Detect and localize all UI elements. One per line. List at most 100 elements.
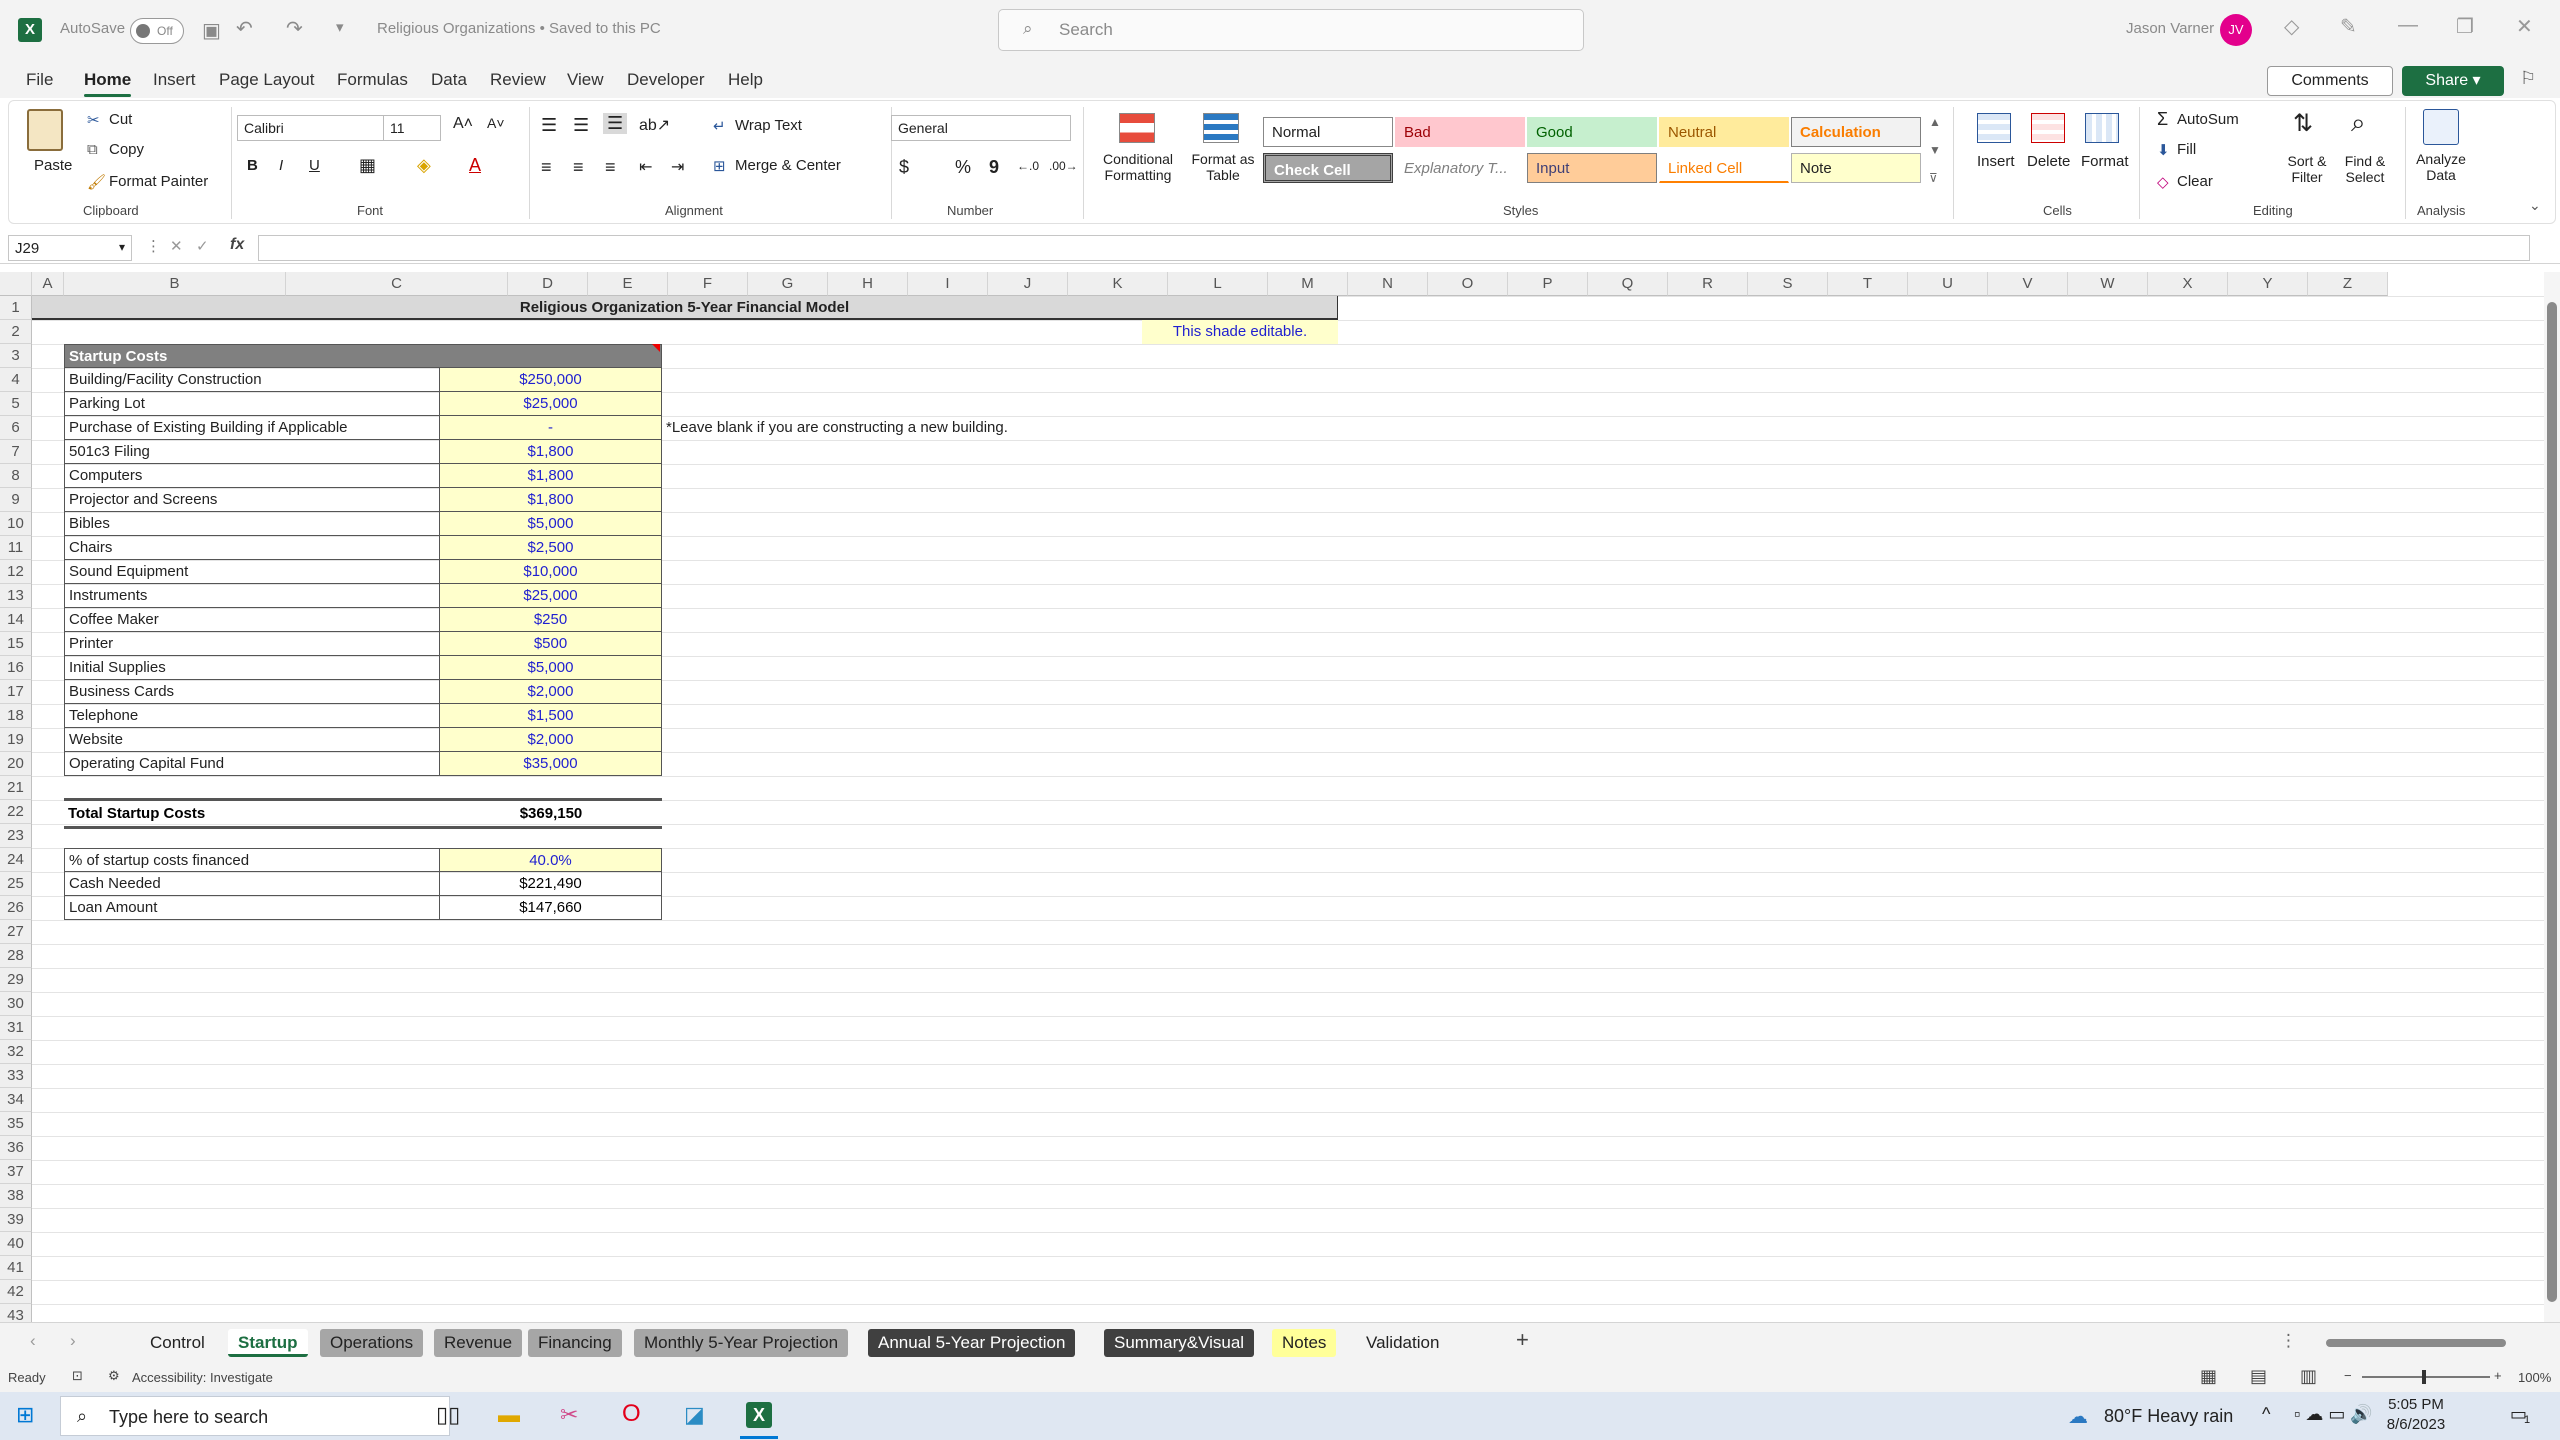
- sort-filter-button[interactable]: Sort & Filter: [2277, 153, 2337, 185]
- accessibility-status[interactable]: Accessibility: Investigate: [132, 1370, 273, 1385]
- row-header[interactable]: 18: [0, 704, 32, 728]
- row-header[interactable]: 6: [0, 416, 32, 440]
- column-header-o[interactable]: O: [1428, 272, 1508, 296]
- style-explanatory[interactable]: Explanatory T...: [1395, 153, 1525, 183]
- minimize-icon[interactable]: —: [2398, 14, 2418, 37]
- restore-icon[interactable]: ❐: [2456, 14, 2474, 39]
- file-explorer-icon[interactable]: ▬: [498, 1402, 520, 1428]
- sheet-tab-validation[interactable]: Validation: [1356, 1329, 1449, 1357]
- row-header[interactable]: 28: [0, 944, 32, 968]
- sheet-tab-annual-5-year-projection[interactable]: Annual 5-Year Projection: [868, 1329, 1076, 1357]
- copy-button[interactable]: Copy: [109, 141, 144, 158]
- row-header[interactable]: 3: [0, 344, 32, 368]
- pen-icon[interactable]: ✎: [2340, 14, 2357, 39]
- vertical-scrollbar[interactable]: [2544, 272, 2560, 1322]
- weather-text[interactable]: 80°F Heavy rain: [2104, 1406, 2233, 1427]
- row-header[interactable]: 1: [0, 296, 32, 320]
- row-header[interactable]: 27: [0, 920, 32, 944]
- format-cells-icon[interactable]: [2085, 113, 2119, 143]
- redo-icon[interactable]: ↷: [286, 16, 303, 41]
- item-value[interactable]: $10,000: [440, 560, 662, 584]
- more-icon[interactable]: ⋮: [2280, 1331, 2297, 1351]
- insert-function-button[interactable]: fx: [230, 236, 244, 254]
- align-center-icon[interactable]: ≡: [573, 157, 584, 178]
- fill-button[interactable]: Fill: [2177, 141, 2196, 158]
- scroll-thumb[interactable]: [2547, 302, 2557, 1302]
- sheet-tab-monthly-5-year-projection[interactable]: Monthly 5-Year Projection: [634, 1329, 849, 1357]
- item-value[interactable]: $2,000: [440, 680, 662, 704]
- tab-developer[interactable]: Developer: [627, 70, 705, 90]
- tab-help[interactable]: Help: [728, 70, 763, 90]
- snipping-tool-icon[interactable]: ✂: [560, 1402, 578, 1428]
- column-header-a[interactable]: A: [32, 272, 64, 296]
- conditional-formatting-button[interactable]: Conditional Formatting: [1095, 151, 1181, 183]
- align-middle-icon[interactable]: ☰: [573, 115, 589, 136]
- align-left-icon[interactable]: ≡: [541, 157, 552, 178]
- decrease-indent-icon[interactable]: ⇤: [639, 157, 652, 177]
- zoom-level[interactable]: 100%: [2518, 1370, 2551, 1385]
- item-value[interactable]: $25,000: [440, 392, 662, 416]
- excel-taskbar-icon[interactable]: X: [746, 1402, 772, 1428]
- customize-toolbar-icon[interactable]: ▾: [336, 18, 344, 36]
- row-header[interactable]: 26: [0, 896, 32, 920]
- row-header[interactable]: 7: [0, 440, 32, 464]
- row-header[interactable]: 17: [0, 680, 32, 704]
- item-value[interactable]: $250: [440, 608, 662, 632]
- row-header[interactable]: 42: [0, 1280, 32, 1304]
- row-header[interactable]: 38: [0, 1184, 32, 1208]
- column-header-n[interactable]: N: [1348, 272, 1428, 296]
- style-input[interactable]: Input: [1527, 153, 1657, 183]
- styles-more-icon[interactable]: ⊽: [1929, 171, 1938, 185]
- orientation-icon[interactable]: ab↗: [639, 115, 670, 135]
- search-input[interactable]: ⌕ Search: [998, 9, 1584, 51]
- collapse-ribbon-icon[interactable]: ⌄: [2529, 197, 2541, 214]
- row-header[interactable]: 20: [0, 752, 32, 776]
- style-good[interactable]: Good: [1527, 117, 1657, 147]
- tab-insert[interactable]: Insert: [153, 70, 196, 90]
- analyze-data-icon[interactable]: [2423, 109, 2459, 145]
- app-icon[interactable]: ◪: [684, 1402, 705, 1428]
- analyze-data-button[interactable]: Analyze Data: [2409, 151, 2473, 183]
- document-title[interactable]: Religious Organizations • Saved to this …: [377, 20, 661, 37]
- column-header-v[interactable]: V: [1988, 272, 2068, 296]
- font-color-icon[interactable]: A: [469, 155, 481, 176]
- increase-font-icon[interactable]: A˄: [453, 115, 473, 133]
- item-value[interactable]: $1,800: [440, 464, 662, 488]
- sheet-tab-revenue[interactable]: Revenue: [434, 1329, 523, 1357]
- column-header-f[interactable]: F: [668, 272, 748, 296]
- close-icon[interactable]: ✕: [2516, 14, 2533, 39]
- add-sheet-icon[interactable]: +: [1516, 1327, 1529, 1353]
- insert-cells-icon[interactable]: [1977, 113, 2011, 143]
- currency-button[interactable]: $: [899, 157, 909, 178]
- format-painter-button[interactable]: Format Painter: [109, 173, 208, 190]
- taskbar-search-input[interactable]: ⌕ Type here to search: [60, 1396, 450, 1436]
- row-header[interactable]: 36: [0, 1136, 32, 1160]
- enter-icon[interactable]: ✓: [196, 237, 209, 255]
- format-button[interactable]: Format: [2081, 153, 2129, 170]
- row-header[interactable]: 30: [0, 992, 32, 1016]
- macro-icon[interactable]: ⊡: [72, 1368, 83, 1384]
- format-as-table-button[interactable]: Format as Table: [1191, 151, 1255, 183]
- sheet-tab-control[interactable]: Control: [140, 1329, 215, 1357]
- row-header[interactable]: 15: [0, 632, 32, 656]
- row-header[interactable]: 23: [0, 824, 32, 848]
- comments-button[interactable]: Comments: [2267, 66, 2393, 96]
- item-value[interactable]: $1,800: [440, 440, 662, 464]
- wrap-text-button[interactable]: Wrap Text: [735, 117, 802, 134]
- insert-button[interactable]: Insert: [1977, 153, 2015, 170]
- paste-button[interactable]: Paste: [34, 157, 72, 174]
- tab-data[interactable]: Data: [431, 70, 467, 90]
- style-note[interactable]: Note: [1791, 153, 1921, 183]
- tab-home[interactable]: Home: [84, 70, 132, 97]
- font-family-select[interactable]: Calibri: [237, 115, 387, 141]
- item-value[interactable]: $250,000: [440, 368, 662, 392]
- column-header-x[interactable]: X: [2148, 272, 2228, 296]
- style-normal[interactable]: Normal: [1263, 117, 1393, 147]
- column-header-p[interactable]: P: [1508, 272, 1588, 296]
- page-layout-view-icon[interactable]: ▤: [2250, 1366, 2267, 1387]
- increase-decimal-icon[interactable]: ←.0: [1017, 159, 1039, 173]
- underline-button[interactable]: U: [309, 157, 320, 174]
- tray-icons[interactable]: ▫ ☁ ▭ 🔊: [2294, 1404, 2373, 1425]
- font-size-select[interactable]: 11: [383, 115, 441, 141]
- style-linked-cell[interactable]: Linked Cell: [1659, 153, 1789, 183]
